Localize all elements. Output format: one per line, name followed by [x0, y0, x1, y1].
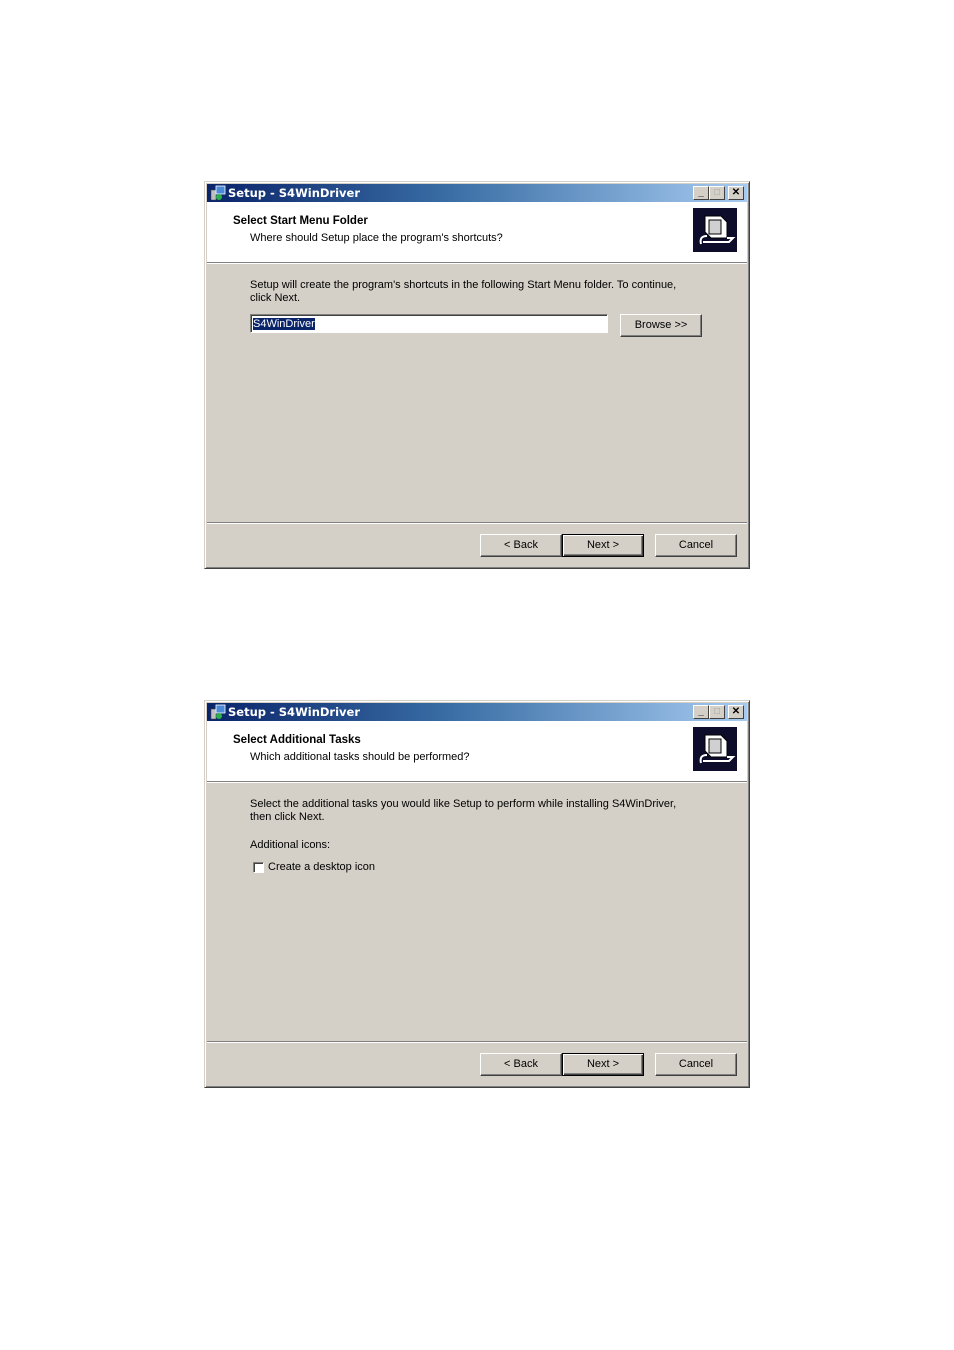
window-title: Setup - S4WinDriver [228, 186, 361, 200]
desktop-icon-checkbox[interactable] [253, 862, 264, 873]
cancel-button[interactable]: Cancel [655, 1053, 737, 1076]
setup-dialog-start-menu: Setup - S4WinDriver _ □ ✕ Select Start M… [204, 181, 750, 569]
close-button[interactable]: ✕ [728, 186, 744, 200]
instruction-text: Setup will create the program's shortcut… [250, 279, 677, 304]
separator [207, 522, 747, 524]
setup-app-icon [210, 704, 226, 720]
page-title: Select Start Menu Folder [233, 215, 368, 227]
wizard-header: Select Start Menu Folder Where should Se… [207, 202, 747, 263]
start-menu-folder-input[interactable]: S4WinDriver [250, 314, 608, 333]
page-subtitle: Which additional tasks should be perform… [250, 751, 470, 763]
maximize-button[interactable]: □ [709, 705, 725, 719]
next-button[interactable]: Next > [562, 1053, 644, 1076]
maximize-button[interactable]: □ [709, 186, 725, 200]
folder-input-value: S4WinDriver [253, 318, 315, 330]
page-title: Select Additional Tasks [233, 734, 361, 746]
back-button[interactable]: < Back [480, 534, 562, 557]
minimize-button[interactable]: _ [693, 186, 709, 200]
computer-install-icon [693, 727, 737, 771]
desktop-icon-label[interactable]: Create a desktop icon [268, 861, 468, 874]
setup-app-icon [210, 185, 226, 201]
title-bar[interactable]: Setup - S4WinDriver _ □ ✕ [207, 184, 747, 202]
close-button[interactable]: ✕ [728, 705, 744, 719]
wizard-header: Select Additional Tasks Which additional… [207, 721, 747, 782]
computer-install-icon [693, 208, 737, 252]
page-subtitle: Where should Setup place the program's s… [250, 232, 503, 244]
minimize-button[interactable]: _ [693, 705, 709, 719]
setup-dialog-additional-tasks: Setup - S4WinDriver _ □ ✕ Select Additio… [204, 700, 750, 1088]
window-title: Setup - S4WinDriver [228, 705, 361, 719]
browse-button[interactable]: Browse >> [620, 314, 702, 337]
back-button[interactable]: < Back [480, 1053, 562, 1076]
next-button[interactable]: Next > [562, 534, 644, 557]
cancel-button[interactable]: Cancel [655, 534, 737, 557]
title-bar[interactable]: Setup - S4WinDriver _ □ ✕ [207, 703, 747, 721]
separator [207, 1041, 747, 1043]
additional-icons-label: Additional icons: [250, 839, 331, 851]
instruction-text: Select the additional tasks you would li… [250, 798, 677, 823]
